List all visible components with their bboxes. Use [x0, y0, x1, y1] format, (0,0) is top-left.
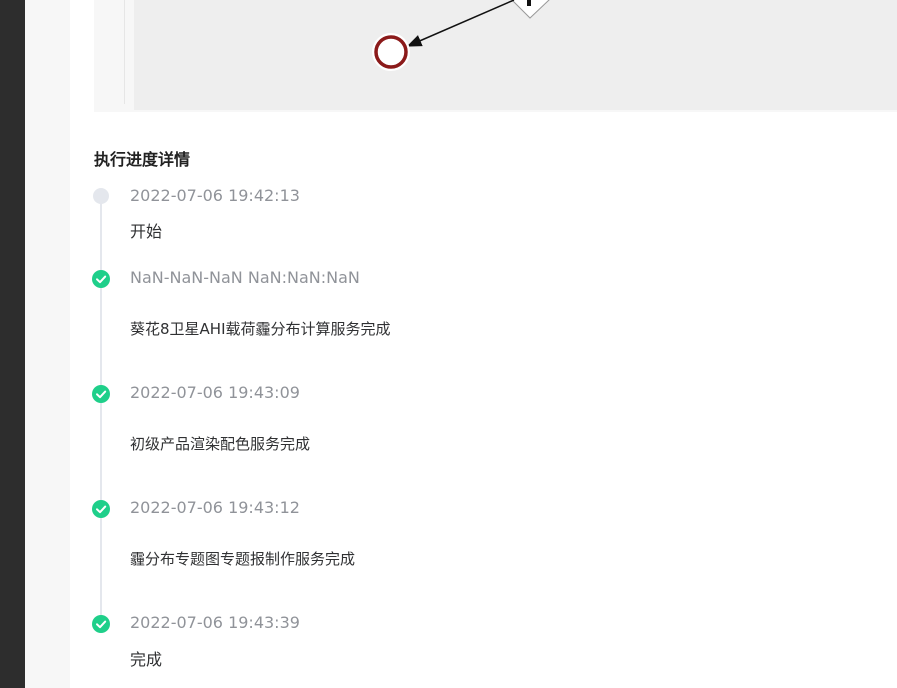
canvas-divider: [124, 0, 125, 104]
timeline-timestamp: 2022-07-06 19:43:09: [130, 383, 300, 402]
timeline-timestamp: 2022-07-06 19:42:13: [130, 186, 300, 205]
timeline-text: 初级产品渲染配色服务完成: [130, 435, 311, 453]
check-circle-icon: [92, 500, 110, 518]
section-title: 执行进度详情: [94, 150, 191, 169]
timeline-line: [100, 196, 102, 624]
flow-edge: [406, 0, 515, 47]
timeline-text: 完成: [130, 650, 163, 669]
check-circle-icon: [92, 270, 110, 288]
page-gutter: [25, 0, 70, 688]
timeline-text: 开始: [130, 222, 163, 241]
timeline-text: 霾分布专题图专题报制作服务完成: [130, 550, 356, 568]
gateway-marker: [527, 0, 531, 6]
left-rail: [0, 0, 25, 688]
workflow-canvas-wrap: [94, 0, 897, 112]
check-circle-icon: [92, 615, 110, 633]
check-circle-icon: [92, 385, 110, 403]
end-event-ring: [374, 35, 408, 69]
dot-icon: [93, 188, 109, 204]
timeline-timestamp: NaN-NaN-NaN NaN:NaN:NaN: [130, 268, 360, 287]
workflow-diagram: [372, 0, 550, 71]
workflow-canvas[interactable]: [134, 0, 897, 110]
detail-panel: 执行进度详情 2022-07-06 19:42:13 开始 NaN-NaN-Na…: [70, 0, 897, 688]
timeline-timestamp: 2022-07-06 19:43:39: [130, 613, 300, 632]
timeline-text: 葵花8卫星AHI载荷霾分布计算服务完成: [130, 320, 391, 338]
timeline-timestamp: 2022-07-06 19:43:12: [130, 498, 300, 517]
